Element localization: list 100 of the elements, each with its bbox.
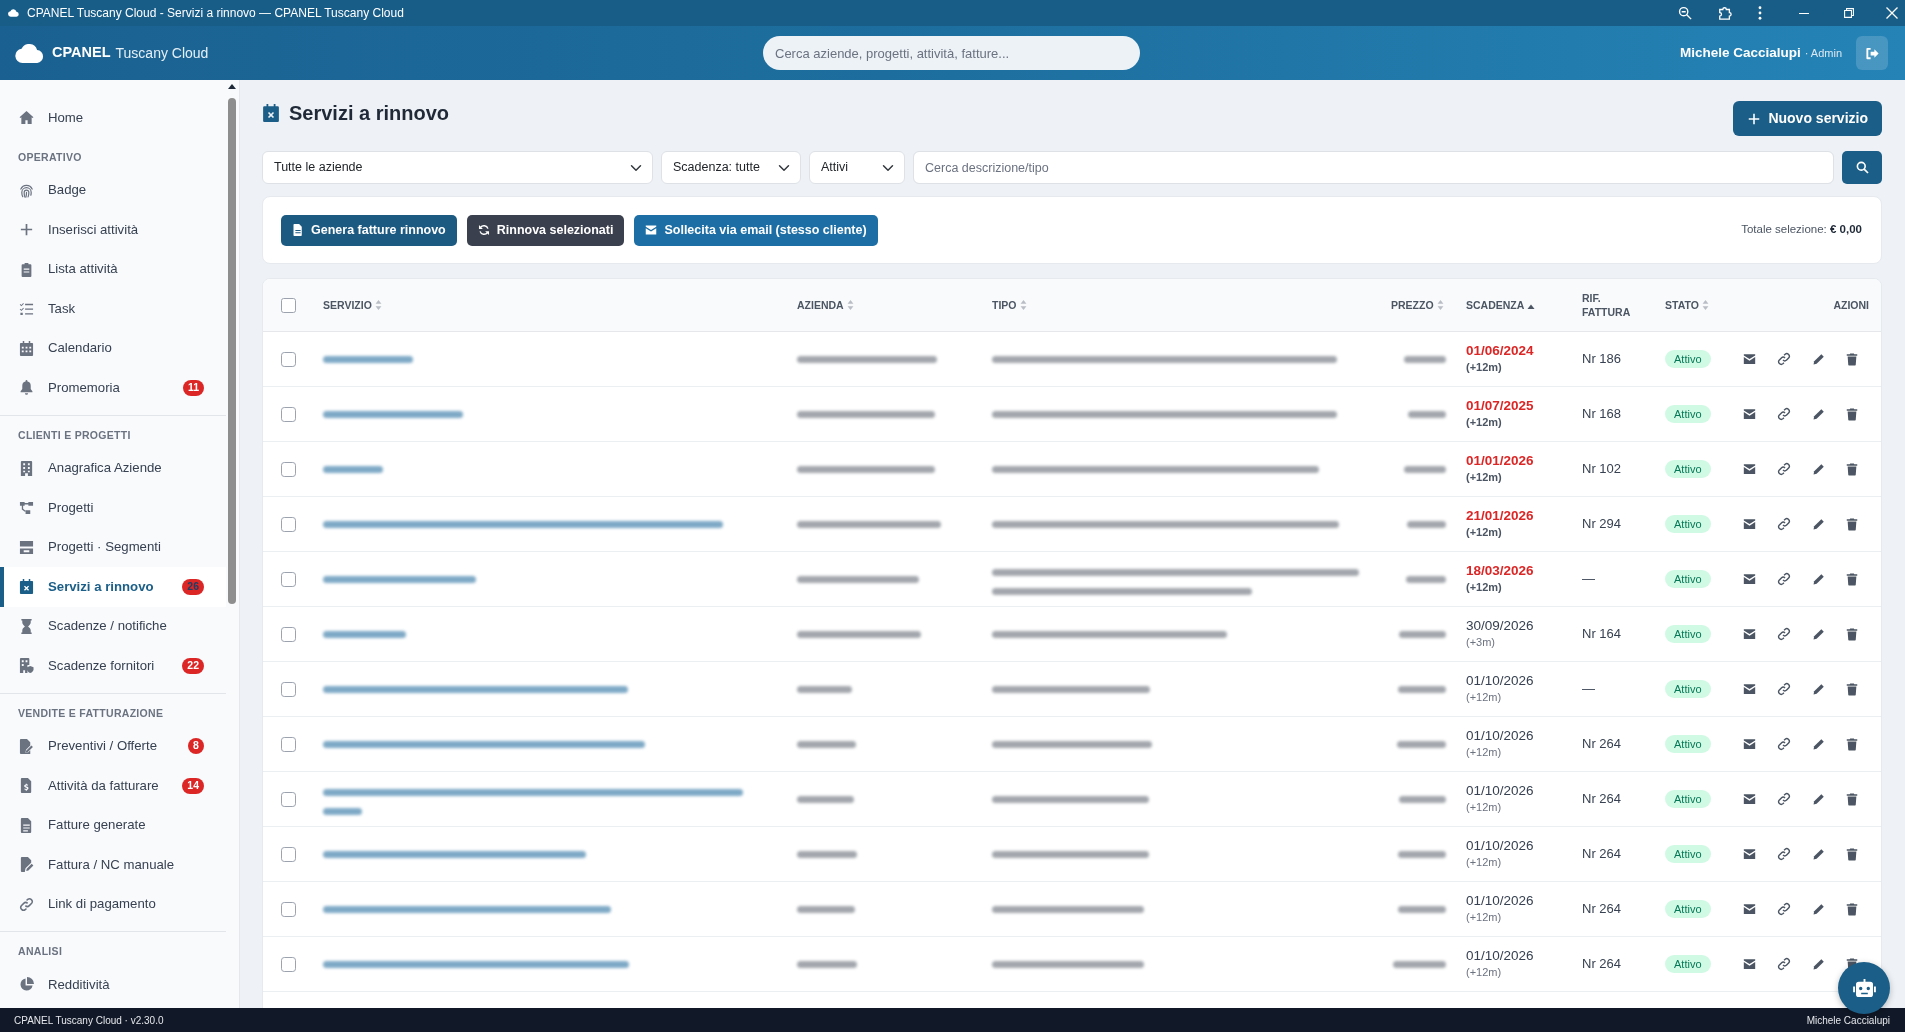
row-checkbox[interactable] bbox=[281, 461, 296, 477]
row-checkbox[interactable] bbox=[281, 351, 296, 367]
column-header[interactable]: SERVIZIO bbox=[323, 298, 372, 311]
pencil-icon[interactable] bbox=[1812, 627, 1825, 641]
filter-dropdown[interactable]: Scadenza: tutte bbox=[661, 151, 801, 184]
sidebar-item[interactable]: Progetti · Segmenti bbox=[0, 527, 226, 567]
scrollbar-thumb[interactable] bbox=[228, 98, 236, 604]
envelope-icon[interactable] bbox=[1743, 739, 1756, 750]
link-icon[interactable] bbox=[1777, 462, 1791, 477]
row-checkbox[interactable] bbox=[281, 681, 296, 697]
scroll-up-arrow-icon[interactable] bbox=[228, 84, 236, 89]
link-icon[interactable] bbox=[1777, 737, 1791, 752]
sidebar-item[interactable]: Badge bbox=[0, 170, 226, 210]
link-icon[interactable] bbox=[1777, 792, 1791, 807]
sidebar-item[interactable]: Fatture generate bbox=[0, 805, 226, 845]
filter-dropdown[interactable]: Attivi bbox=[809, 151, 905, 184]
sidebar-item[interactable]: Promemoria 11 bbox=[0, 368, 226, 408]
row-checkbox[interactable] bbox=[281, 626, 296, 642]
trash-icon[interactable] bbox=[1846, 737, 1858, 751]
renew-selected-button[interactable]: Rinnova selezionati bbox=[466, 214, 625, 246]
generate-invoices-button[interactable]: Genera fatture rinnovo bbox=[281, 214, 457, 246]
logout-button[interactable] bbox=[1856, 36, 1888, 70]
zoom-out-icon[interactable] bbox=[1678, 6, 1692, 20]
row-checkbox[interactable] bbox=[281, 516, 296, 532]
sidebar-item[interactable]: Redditività bbox=[0, 965, 226, 1005]
sidebar-item[interactable]: Anagrafica Aziende bbox=[0, 448, 226, 488]
envelope-icon[interactable] bbox=[1743, 409, 1756, 420]
pencil-icon[interactable] bbox=[1812, 407, 1825, 421]
sidebar-item[interactable]: Inserisci attività bbox=[0, 210, 226, 250]
sidebar-item[interactable]: Link di pagamento bbox=[0, 884, 226, 924]
pencil-icon[interactable] bbox=[1812, 517, 1825, 531]
filter-dropdown[interactable]: Tutte le aziende bbox=[262, 151, 653, 184]
link-icon[interactable] bbox=[1777, 682, 1791, 697]
pencil-icon[interactable] bbox=[1812, 957, 1825, 971]
puzzle-icon[interactable] bbox=[1718, 6, 1732, 20]
pencil-icon[interactable] bbox=[1812, 737, 1825, 751]
row-checkbox[interactable] bbox=[281, 956, 296, 972]
row-checkbox[interactable] bbox=[281, 571, 296, 587]
link-icon[interactable] bbox=[1777, 902, 1791, 917]
link-icon[interactable] bbox=[1777, 517, 1791, 532]
trash-icon[interactable] bbox=[1846, 352, 1858, 366]
sidebar-item[interactable]: Progetti bbox=[0, 488, 226, 528]
link-icon[interactable] bbox=[1777, 407, 1791, 422]
envelope-icon[interactable] bbox=[1743, 629, 1756, 640]
sidebar-item[interactable]: Lista attività bbox=[0, 249, 226, 289]
trash-icon[interactable] bbox=[1846, 407, 1858, 421]
sort-ascending-icon[interactable] bbox=[1527, 302, 1536, 310]
trash-icon[interactable] bbox=[1846, 847, 1858, 861]
link-icon[interactable] bbox=[1777, 627, 1791, 642]
column-header[interactable]: AZIENDA bbox=[797, 298, 844, 311]
envelope-icon[interactable] bbox=[1743, 684, 1756, 695]
envelope-icon[interactable] bbox=[1743, 354, 1756, 365]
pencil-icon[interactable] bbox=[1812, 682, 1825, 696]
trash-icon[interactable] bbox=[1846, 572, 1858, 586]
sidebar-item[interactable]: Scadenze / notifiche bbox=[0, 606, 226, 646]
pencil-icon[interactable] bbox=[1812, 792, 1825, 806]
column-header[interactable]: STATO bbox=[1665, 298, 1699, 311]
new-service-button[interactable]: Nuovo servizio bbox=[1733, 101, 1882, 136]
trash-icon[interactable] bbox=[1846, 682, 1858, 696]
row-checkbox[interactable] bbox=[281, 901, 296, 917]
pencil-icon[interactable] bbox=[1812, 902, 1825, 916]
pencil-icon[interactable] bbox=[1812, 352, 1825, 366]
row-checkbox[interactable] bbox=[281, 791, 296, 807]
trash-icon[interactable] bbox=[1846, 792, 1858, 806]
row-checkbox[interactable] bbox=[281, 406, 296, 422]
envelope-icon[interactable] bbox=[1743, 849, 1756, 860]
trash-icon[interactable] bbox=[1846, 517, 1858, 531]
trash-icon[interactable] bbox=[1846, 902, 1858, 916]
column-header[interactable]: PREZZO bbox=[1391, 298, 1434, 311]
minimize-icon[interactable] bbox=[1798, 12, 1810, 14]
search-field[interactable]: Cerca aziende, progetti, attività, fatture... bbox=[763, 36, 1140, 70]
pencil-icon[interactable] bbox=[1812, 462, 1825, 476]
link-icon[interactable] bbox=[1777, 572, 1791, 587]
more-icon[interactable] bbox=[1758, 6, 1762, 20]
restore-icon[interactable] bbox=[1844, 8, 1854, 18]
search-button[interactable] bbox=[1842, 151, 1882, 184]
sidebar-item[interactable]: Preventivi / Offerte 8 bbox=[0, 726, 226, 766]
link-icon[interactable] bbox=[1777, 352, 1791, 367]
envelope-icon[interactable] bbox=[1743, 959, 1756, 970]
link-icon[interactable] bbox=[1777, 957, 1791, 972]
link-icon[interactable] bbox=[1777, 847, 1791, 862]
envelope-icon[interactable] bbox=[1743, 904, 1756, 915]
column-header[interactable]: TIPO bbox=[992, 298, 1017, 311]
sidebar-item[interactable]: Scadenze fornitori 22 bbox=[0, 646, 226, 686]
close-icon[interactable] bbox=[1886, 7, 1898, 19]
email-reminder-button[interactable]: Sollecita via email (stesso cliente) bbox=[634, 214, 878, 246]
sidebar-item[interactable]: Calendario bbox=[0, 328, 226, 368]
envelope-icon[interactable] bbox=[1743, 464, 1756, 475]
sidebar-item[interactable]: Home bbox=[0, 98, 226, 138]
row-checkbox[interactable] bbox=[281, 846, 296, 862]
sidebar-item[interactable]: Attività da fatturare 14 bbox=[0, 766, 226, 806]
trash-icon[interactable] bbox=[1846, 627, 1858, 641]
envelope-icon[interactable] bbox=[1743, 794, 1756, 805]
column-header[interactable]: SCADENZA bbox=[1466, 298, 1525, 311]
sidebar-item[interactable]: Fattura / NC manuale bbox=[0, 845, 226, 885]
row-checkbox[interactable] bbox=[281, 736, 296, 752]
sidebar-item[interactable]: Servizi a rinnovo 26 bbox=[0, 567, 226, 607]
envelope-icon[interactable] bbox=[1743, 574, 1756, 585]
envelope-icon[interactable] bbox=[1743, 519, 1756, 530]
pencil-icon[interactable] bbox=[1812, 572, 1825, 586]
